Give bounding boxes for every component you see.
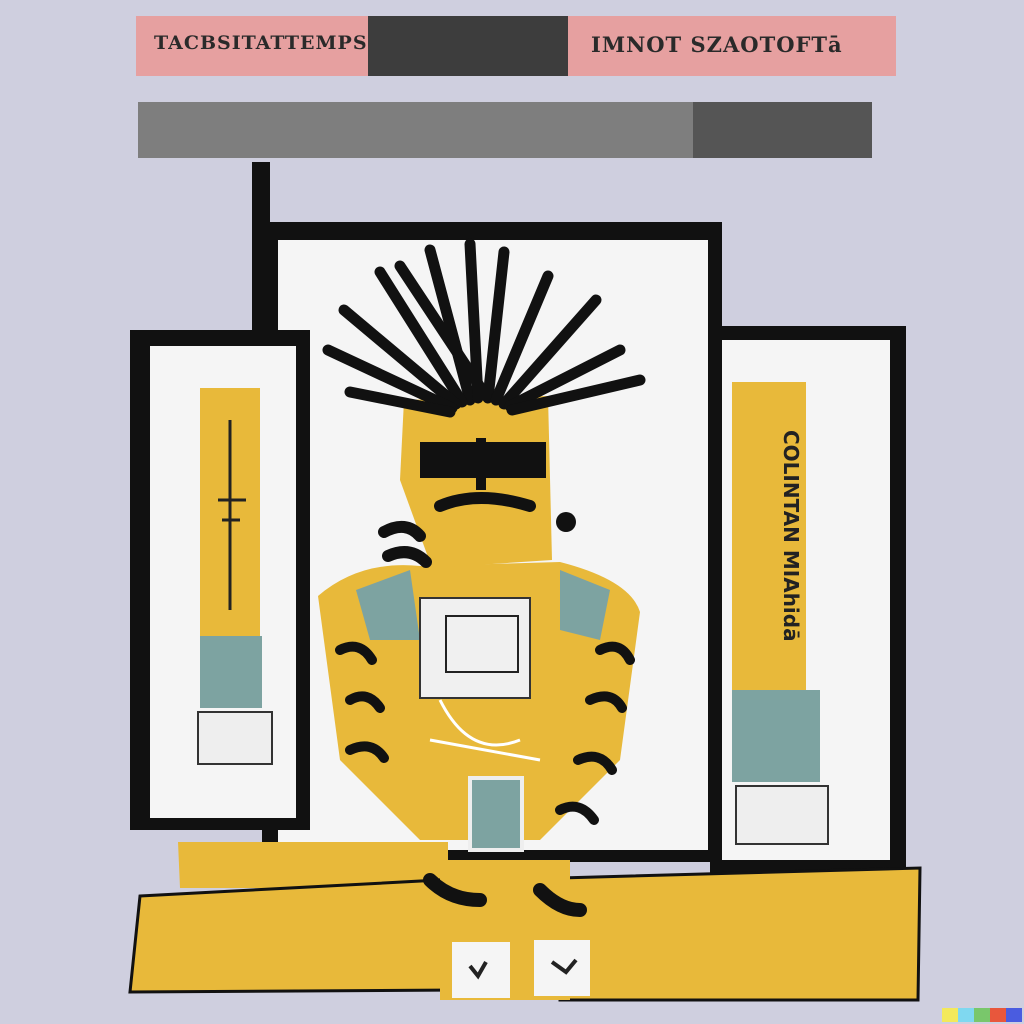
swatch-cyan xyxy=(958,1008,974,1022)
illustration: COLINTAN MIAhidā xyxy=(128,162,922,1002)
torso-teal-panel xyxy=(468,776,524,852)
swatch-red xyxy=(990,1008,1006,1022)
swatch-blue xyxy=(1006,1008,1022,1022)
right-panel-label: COLINTAN MIAhidā xyxy=(779,430,803,642)
swatch-green xyxy=(974,1008,990,1022)
right-panel: COLINTAN MIAhidā xyxy=(710,326,906,876)
right-panel-teal-block xyxy=(732,690,820,782)
swatch-yellow xyxy=(942,1008,958,1022)
left-panel xyxy=(130,330,310,830)
left-panel-label-box xyxy=(197,711,273,765)
artwork-stage: TACBSITATTEMPS IMNOT SZAOTOFTā COLINTAN … xyxy=(0,0,1024,1024)
right-panel-label-box xyxy=(735,785,829,845)
earring xyxy=(556,512,576,532)
left-panel-teal-block xyxy=(200,636,262,708)
corner-color-swatches xyxy=(942,1008,1022,1022)
torso-screen xyxy=(419,597,531,699)
